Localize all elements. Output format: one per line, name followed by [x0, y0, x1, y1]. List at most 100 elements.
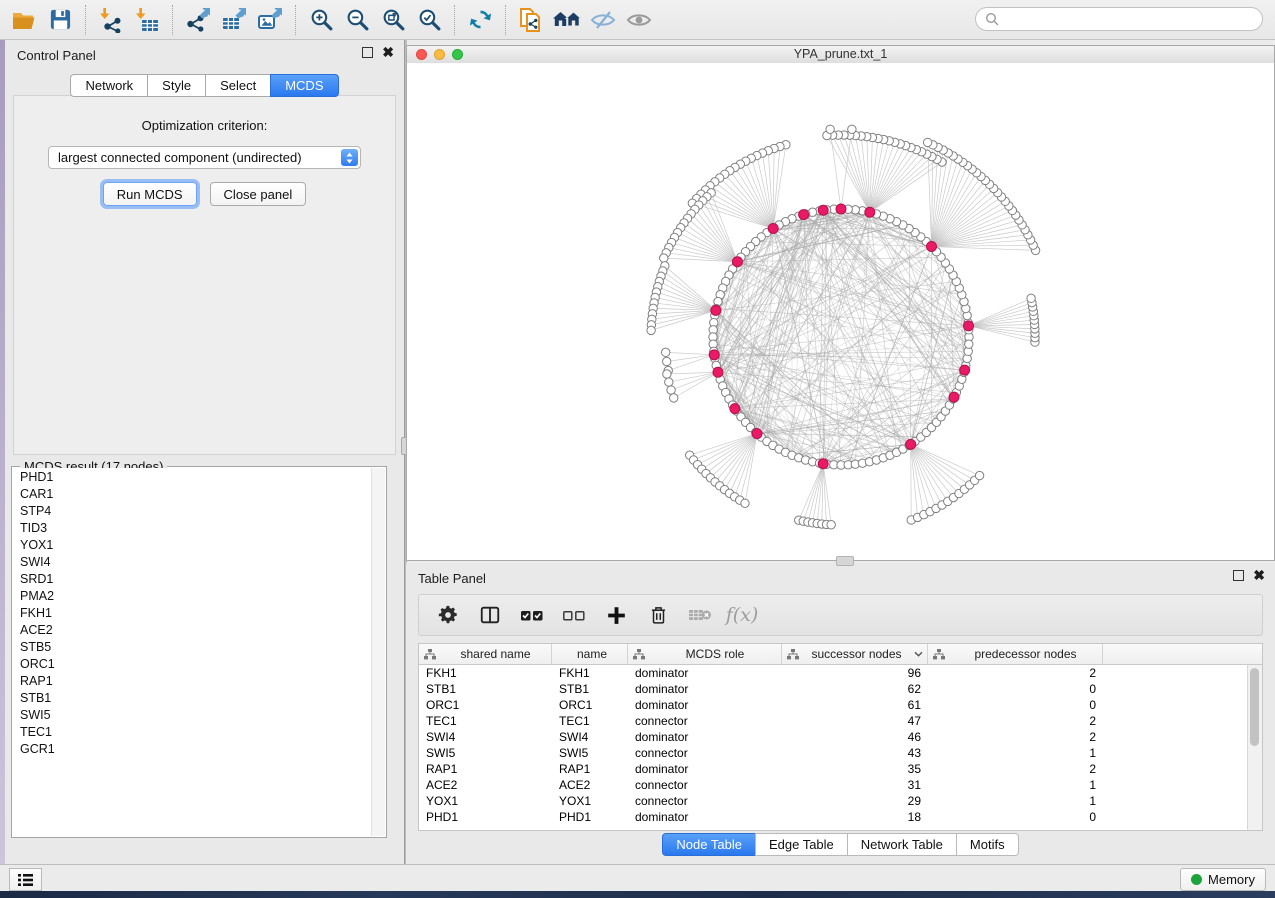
float-panel-icon[interactable] [1233, 570, 1244, 581]
table-scrollbar[interactable] [1247, 665, 1262, 830]
network-node[interactable] [826, 125, 834, 133]
export-image-button[interactable] [252, 4, 288, 36]
column-header-successor-nodes[interactable]: successor nodes [782, 644, 928, 664]
mcds-hub-node[interactable] [818, 205, 828, 215]
network-node[interactable] [661, 348, 669, 356]
run-mcds-button[interactable]: Run MCDS [103, 182, 197, 206]
network-node[interactable] [670, 394, 678, 402]
network-node[interactable] [663, 370, 671, 378]
column-header-predecessor-nodes[interactable]: predecessor nodes [928, 644, 1103, 664]
tab-select[interactable]: Select [205, 74, 270, 97]
mcds-result-item[interactable]: RAP1 [13, 672, 372, 689]
mcds-result-item[interactable]: SRD1 [13, 570, 372, 587]
network-node[interactable] [663, 357, 671, 365]
table-row[interactable]: YOX1YOX1connector291 [419, 793, 1262, 809]
mcds-result-item[interactable]: STP4 [13, 502, 372, 519]
mcds-hub-node[interactable] [964, 321, 974, 331]
table-row[interactable]: PHD1PHD1dominator180 [419, 809, 1262, 825]
mcds-result-item[interactable]: CAR1 [13, 485, 372, 502]
network-node[interactable] [660, 254, 668, 262]
network-node[interactable] [667, 386, 675, 394]
mcds-hub-node[interactable] [836, 204, 846, 214]
zoom-fit-button[interactable] [375, 4, 411, 36]
mcds-result-item[interactable]: TID3 [13, 519, 372, 536]
mcds-result-item[interactable]: YOX1 [13, 536, 372, 553]
network-node[interactable] [741, 499, 749, 507]
tab-style[interactable]: Style [147, 74, 205, 97]
mcds-hub-node[interactable] [730, 404, 740, 414]
export-network-button[interactable] [180, 4, 216, 36]
network-canvas[interactable] [407, 63, 1274, 560]
open-file-button[interactable] [6, 4, 42, 36]
delete-column-button[interactable] [641, 599, 675, 631]
mcds-result-item[interactable]: ACE2 [13, 621, 372, 638]
mcds-result-item[interactable]: PMA2 [13, 587, 372, 604]
duplicate-network-button[interactable] [513, 4, 549, 36]
mcds-hub-node[interactable] [799, 210, 809, 220]
mcds-list-scrollbar[interactable] [371, 468, 385, 836]
table-row[interactable]: SWI5SWI5connector431 [419, 745, 1262, 761]
mcds-hub-node[interactable] [711, 305, 721, 315]
table-row[interactable]: RAP1RAP1dominator352 [419, 761, 1262, 777]
network-node[interactable] [923, 138, 931, 146]
refresh-view-button[interactable] [462, 4, 498, 36]
save-session-button[interactable] [42, 4, 78, 36]
table-row[interactable]: ACE2ACE2connector311 [419, 777, 1262, 793]
criterion-select[interactable]: largest connected component (undirected) [48, 146, 361, 169]
mcds-hub-node[interactable] [960, 365, 970, 375]
deselect-all-checkboxes-button[interactable] [557, 599, 591, 631]
mcds-result-item[interactable]: SWI4 [13, 553, 372, 570]
mcds-hub-node[interactable] [768, 223, 778, 233]
mcds-result-item[interactable]: ORC1 [13, 655, 372, 672]
mcds-hub-node[interactable] [906, 439, 916, 449]
mcds-result-item[interactable]: SWI5 [13, 706, 372, 723]
column-header-MCDS-role[interactable]: MCDS role [628, 644, 782, 664]
tab-network[interactable]: Network [70, 74, 147, 97]
mcds-result-item[interactable]: STB5 [13, 638, 372, 655]
mcds-result-item[interactable]: TEC1 [13, 723, 372, 740]
mcds-result-item[interactable]: STB1 [13, 689, 372, 706]
network-window-titlebar[interactable]: YPA_prune.txt_1 [407, 46, 1274, 64]
mcds-result-item[interactable]: PHD1 [13, 468, 372, 485]
show-all-button[interactable] [621, 4, 657, 36]
network-node[interactable] [1027, 294, 1035, 302]
network-node[interactable] [827, 521, 835, 529]
mcds-hub-node[interactable] [709, 350, 719, 360]
search-input[interactable] [1004, 11, 1262, 28]
network-node[interactable] [975, 471, 983, 479]
import-table-button[interactable] [129, 4, 165, 36]
network-node[interactable] [665, 378, 673, 386]
horizontal-splitter-handle[interactable] [836, 556, 854, 566]
mcds-hub-node[interactable] [732, 257, 742, 267]
zoom-out-button[interactable] [339, 4, 375, 36]
network-node[interactable] [965, 340, 973, 348]
mcds-hub-node[interactable] [818, 459, 828, 469]
mcds-hub-node[interactable] [752, 429, 762, 439]
network-node[interactable] [848, 125, 856, 133]
export-table-button[interactable] [216, 4, 252, 36]
import-network-button[interactable] [93, 4, 129, 36]
mcds-hub-node[interactable] [927, 241, 937, 251]
function-builder-button[interactable]: f(x) [725, 599, 759, 631]
table-scrollbar-thumb[interactable] [1250, 668, 1259, 746]
close-panel-icon[interactable]: ✖ [382, 47, 394, 58]
mcds-hub-node[interactable] [713, 367, 723, 377]
close-panel-icon[interactable]: ✖ [1253, 570, 1265, 581]
mcds-result-list[interactable]: PHD1CAR1STP4TID3YOX1SWI4SRD1PMA2FKH1ACE2… [13, 468, 372, 836]
tab-mcds[interactable]: MCDS [270, 74, 338, 97]
column-header-shared-name[interactable]: shared name [419, 644, 552, 664]
tab-edge-table[interactable]: Edge Table [755, 833, 847, 856]
select-all-checkboxes-button[interactable] [515, 599, 549, 631]
table-settings-button[interactable] [431, 599, 465, 631]
memory-button[interactable]: Memory [1180, 868, 1266, 891]
zoom-selected-button[interactable] [411, 4, 447, 36]
show-panels-button[interactable] [9, 868, 42, 891]
add-column-button[interactable] [599, 599, 633, 631]
first-neighbors-button[interactable] [549, 4, 585, 36]
mcds-result-item[interactable]: FKH1 [13, 604, 372, 621]
search-field[interactable] [975, 7, 1263, 31]
table-row[interactable]: SWI4SWI4dominator462 [419, 729, 1262, 745]
tab-network-table[interactable]: Network Table [847, 833, 956, 856]
tab-motifs[interactable]: Motifs [956, 833, 1019, 856]
window-minimize-button[interactable] [434, 49, 445, 60]
